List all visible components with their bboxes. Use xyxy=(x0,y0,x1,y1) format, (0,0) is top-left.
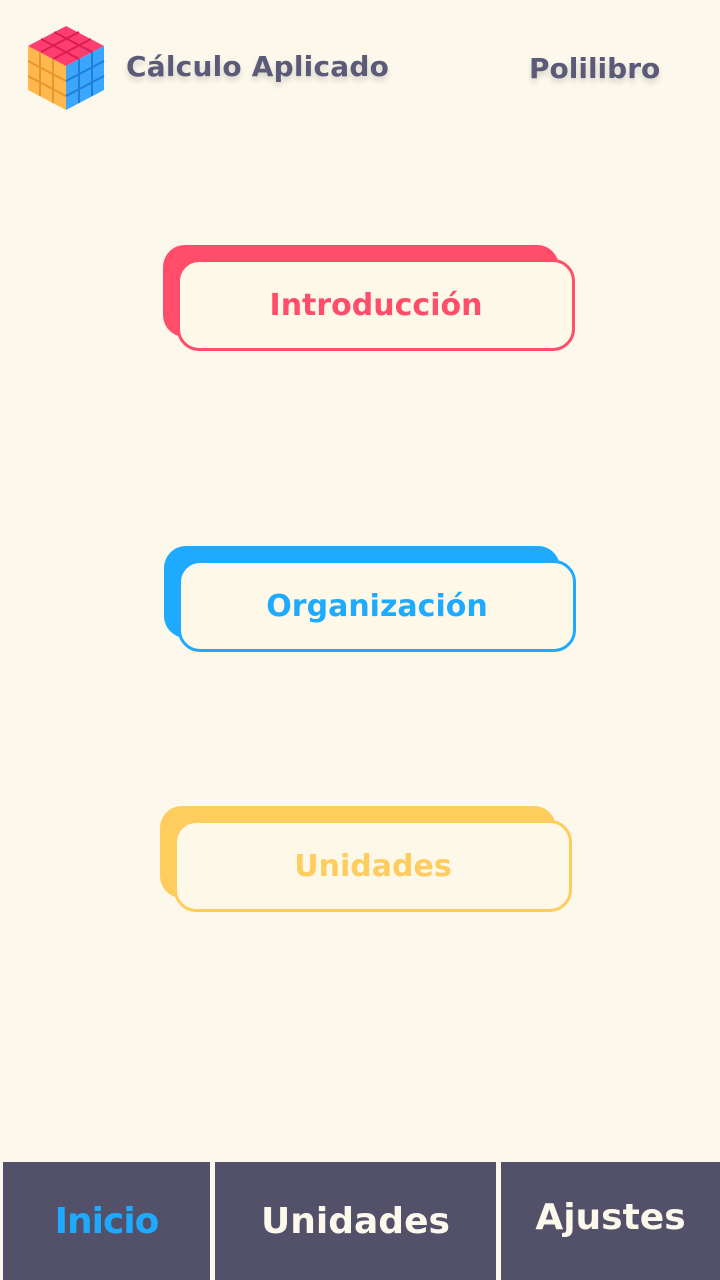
unidades-label: Unidades xyxy=(294,848,452,884)
app-title: Cálculo Aplicado xyxy=(126,50,390,83)
nav-tab-inicio-label: Inicio xyxy=(54,1200,160,1242)
organizacion-label: Organización xyxy=(266,588,488,624)
card-face: Unidades xyxy=(174,820,572,912)
bottom-navigation: Inicio Unidades Ajustes xyxy=(0,1162,720,1280)
unidades-button[interactable]: Unidades xyxy=(160,806,572,912)
card-face: Introducción xyxy=(177,259,575,351)
introduccion-label: Introducción xyxy=(269,287,483,323)
nav-tab-ajustes-label: Ajustes xyxy=(535,1196,686,1238)
card-face: Organización xyxy=(178,560,576,652)
nav-tab-unidades-label: Unidades xyxy=(261,1200,450,1242)
rubiks-cube-icon xyxy=(27,26,105,110)
polilibro-link[interactable]: Polilibro xyxy=(529,52,660,85)
organizacion-button[interactable]: Organización xyxy=(164,546,576,652)
nav-tab-ajustes[interactable]: Ajustes xyxy=(501,1162,720,1280)
home-screen: Cálculo Aplicado Polilibro Introducción … xyxy=(0,0,720,1280)
introduccion-button[interactable]: Introducción xyxy=(163,245,575,351)
nav-tab-inicio[interactable]: Inicio xyxy=(3,1162,210,1280)
nav-tab-unidades[interactable]: Unidades xyxy=(215,1162,496,1280)
